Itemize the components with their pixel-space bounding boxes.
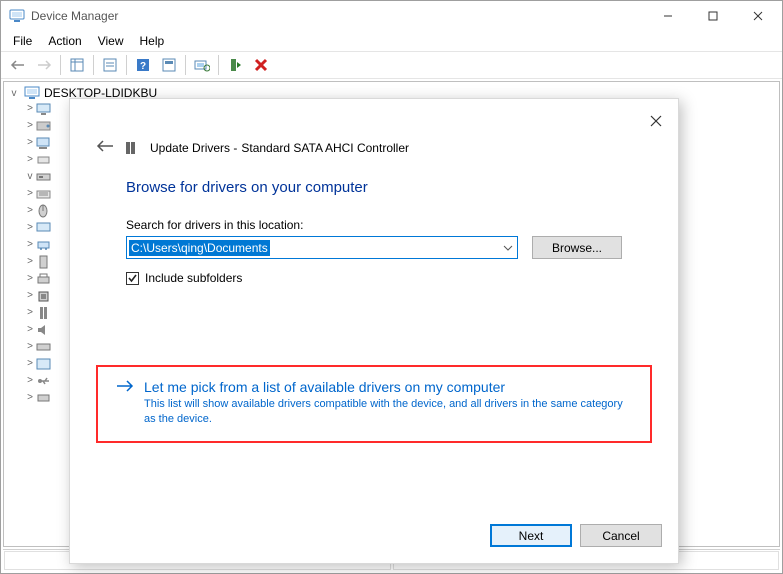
expand-icon[interactable]: > <box>24 188 36 199</box>
expand-icon[interactable]: v <box>24 171 36 182</box>
toolbar: ? <box>1 51 782 79</box>
uninstall-device-button[interactable] <box>249 53 273 77</box>
dialog-title-prefix: Update Drivers - <box>150 141 237 155</box>
include-subfolders-label: Include subfolders <box>145 271 242 285</box>
toolbar-separator <box>60 55 61 75</box>
svg-text:?: ? <box>140 61 146 72</box>
keyboard-icon <box>36 187 52 201</box>
back-button[interactable] <box>6 53 30 77</box>
combo-dropdown-icon[interactable] <box>499 237 517 258</box>
toolbar-separator <box>126 55 127 75</box>
menu-file[interactable]: File <box>5 32 40 50</box>
dialog-header: Update Drivers - Standard SATA AHCI Cont… <box>70 99 678 157</box>
expand-icon[interactable]: > <box>24 205 36 216</box>
sound-icon <box>36 323 52 337</box>
arrow-right-icon <box>116 379 134 395</box>
disk-icon <box>36 119 52 133</box>
expand-icon[interactable]: > <box>24 392 36 403</box>
browse-button[interactable]: Browse... <box>532 236 622 259</box>
storage-controller-icon <box>36 340 52 354</box>
forward-button[interactable] <box>32 53 56 77</box>
path-combobox[interactable]: C:\Users\qing\Documents <box>126 236 518 259</box>
ide-controller-icon <box>36 170 52 184</box>
hid-icon <box>36 153 52 167</box>
processor-icon <box>36 289 52 303</box>
expand-icon[interactable]: > <box>24 358 36 369</box>
app-icon <box>9 8 25 24</box>
menubar: File Action View Help <box>1 31 782 51</box>
dialog-footer: Next Cancel <box>490 524 662 547</box>
usb-icon <box>36 374 52 388</box>
expand-icon[interactable]: > <box>24 290 36 301</box>
next-button[interactable]: Next <box>490 524 572 547</box>
window-title: Device Manager <box>31 9 645 23</box>
help-button[interactable]: ? <box>131 53 155 77</box>
include-subfolders-checkbox[interactable] <box>126 272 139 285</box>
expand-icon[interactable]: > <box>24 154 36 165</box>
expand-icon[interactable]: > <box>24 375 36 386</box>
usb-connector-icon <box>36 391 52 405</box>
pick-driver-title: Let me pick from a list of available dri… <box>144 379 505 395</box>
expand-icon[interactable]: > <box>24 120 36 131</box>
computer-icon <box>24 86 40 100</box>
properties-button[interactable] <box>98 53 122 77</box>
cancel-button[interactable]: Cancel <box>580 524 662 547</box>
expand-icon[interactable]: > <box>24 222 36 233</box>
software-device-icon <box>36 306 52 320</box>
back-arrow-icon[interactable] <box>96 139 114 157</box>
monitor-icon <box>36 102 52 116</box>
device-icon <box>124 140 140 156</box>
expand-icon[interactable]: > <box>24 341 36 352</box>
toolbar-separator <box>93 55 94 75</box>
minimize-button[interactable] <box>645 2 690 30</box>
mouse-icon <box>36 204 52 218</box>
titlebar: Device Manager <box>1 1 782 31</box>
portable-device-icon <box>36 255 52 269</box>
monitor-icon <box>36 221 52 235</box>
toolbar-separator <box>218 55 219 75</box>
dialog-close-button[interactable] <box>646 111 666 131</box>
action-button[interactable] <box>157 53 181 77</box>
menu-view[interactable]: View <box>90 32 132 50</box>
expand-icon[interactable]: > <box>24 256 36 267</box>
path-row: C:\Users\qing\Documents Browse... <box>70 236 678 259</box>
system-device-icon <box>36 357 52 371</box>
include-subfolders-row: Include subfolders <box>70 259 678 285</box>
expand-icon[interactable]: > <box>24 324 36 335</box>
scan-hardware-button[interactable] <box>190 53 214 77</box>
menu-action[interactable]: Action <box>40 32 89 50</box>
printer-icon <box>36 272 52 286</box>
expand-icon[interactable]: > <box>24 103 36 114</box>
close-button[interactable] <box>735 2 780 30</box>
enable-device-button[interactable] <box>223 53 247 77</box>
maximize-button[interactable] <box>690 2 735 30</box>
toolbar-separator <box>185 55 186 75</box>
update-drivers-dialog: Update Drivers - Standard SATA AHCI Cont… <box>69 98 679 564</box>
menu-help[interactable]: Help <box>132 32 173 50</box>
search-label: Search for drivers in this location: <box>70 196 678 236</box>
expand-icon[interactable]: > <box>24 273 36 284</box>
display-adapter-icon <box>36 136 52 150</box>
expand-icon[interactable]: > <box>24 307 36 318</box>
dialog-title-device: Standard SATA AHCI Controller <box>241 141 409 155</box>
pick-driver-option[interactable]: Let me pick from a list of available dri… <box>96 365 652 443</box>
show-hide-tree-button[interactable] <box>65 53 89 77</box>
network-icon <box>36 238 52 252</box>
expand-icon[interactable]: > <box>24 137 36 148</box>
dialog-heading: Browse for drivers on your computer <box>70 157 678 196</box>
path-value[interactable]: C:\Users\qing\Documents <box>127 237 499 258</box>
expand-icon[interactable]: > <box>24 239 36 250</box>
expand-icon[interactable]: v <box>8 88 20 99</box>
pick-driver-description: This list will show available drivers co… <box>144 397 632 427</box>
